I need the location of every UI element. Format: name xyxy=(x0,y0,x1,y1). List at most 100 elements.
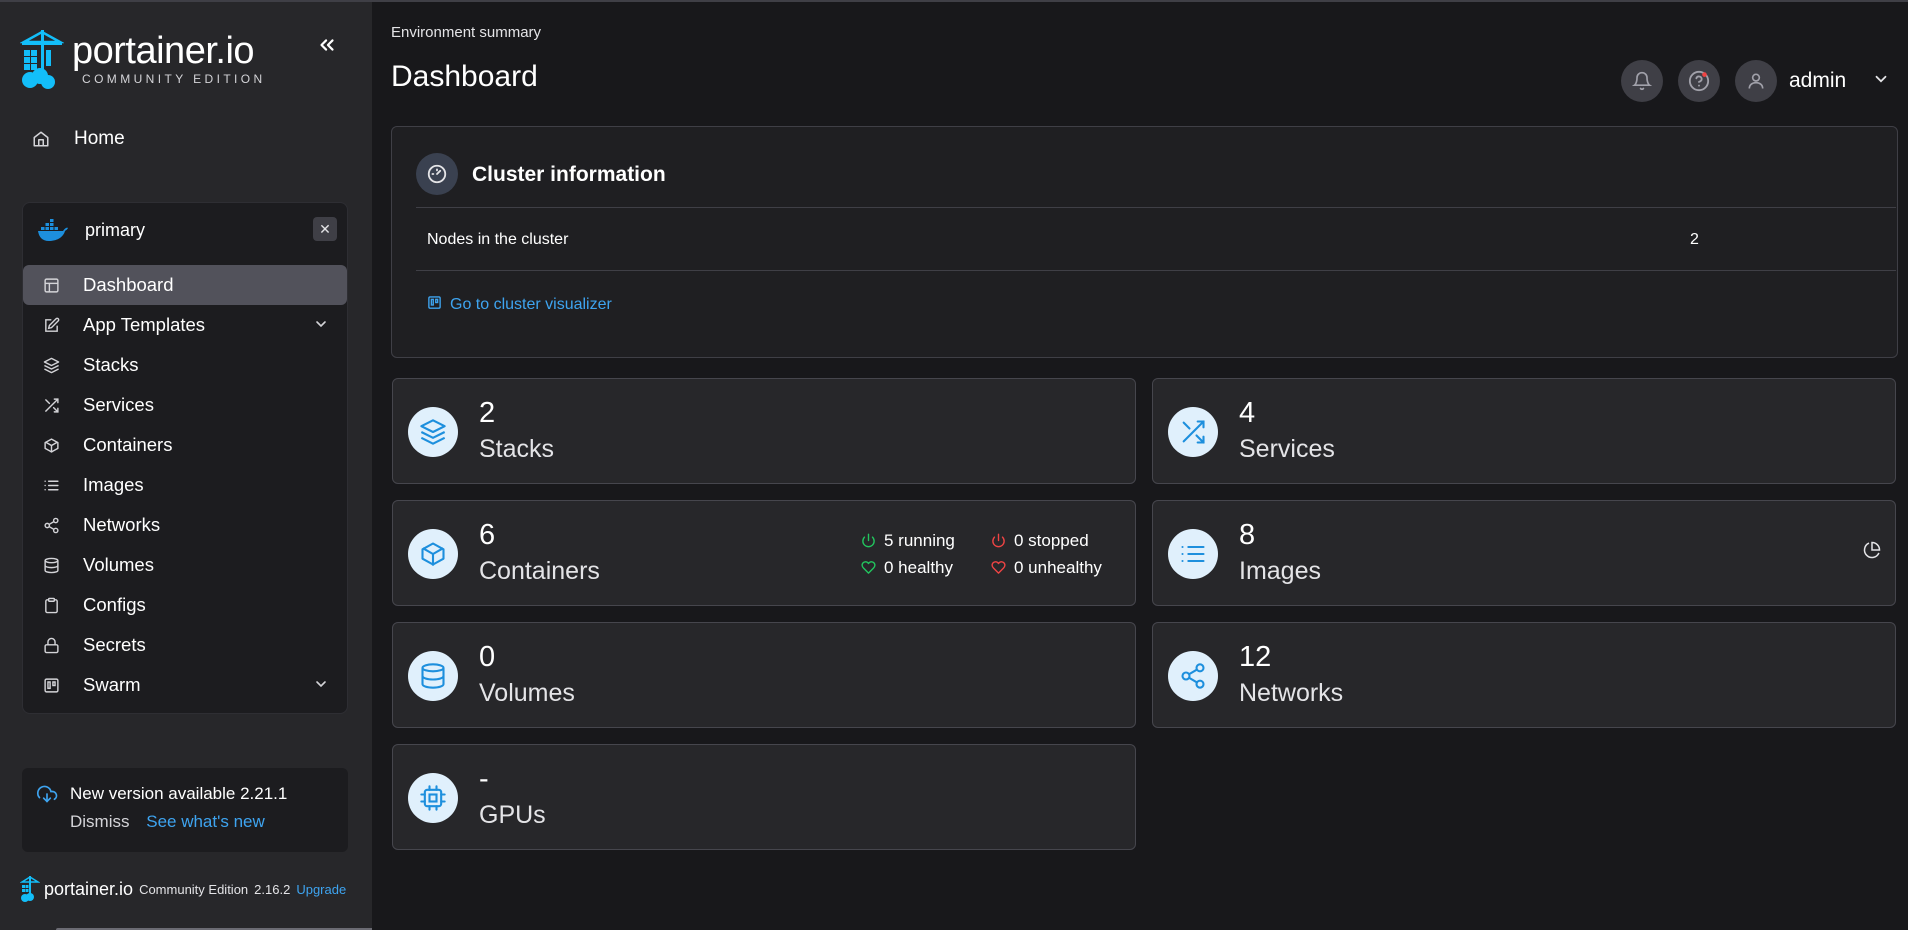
sidebar-footer: portainer.io Community Edition 2.16.2 Up… xyxy=(20,874,346,904)
healthy-stat: 0 healthy xyxy=(861,558,991,578)
sidebar-item-label: Stacks xyxy=(83,354,139,375)
networks-label: Networks xyxy=(1239,679,1344,707)
power-icon xyxy=(862,533,875,548)
heart-icon xyxy=(861,561,876,574)
images-card[interactable]: 8 Images xyxy=(1152,500,1896,606)
images-count: 8 xyxy=(1239,519,1256,551)
chevron-down-icon[interactable] xyxy=(313,315,329,337)
home-icon xyxy=(30,128,52,150)
footer-logo-text: portainer.io xyxy=(44,878,134,899)
sidebar-item-app-templates[interactable]: App Templates xyxy=(23,305,347,345)
services-label: Services xyxy=(1239,435,1335,463)
running-stat: 5 running xyxy=(861,531,991,551)
nodes-label: Nodes in the cluster xyxy=(427,231,569,248)
environment-panel: primary ✕ Dashboard App Templates Stacks… xyxy=(22,202,348,714)
see-whats-new-link[interactable]: See what's new xyxy=(146,812,265,831)
chevron-down-icon[interactable] xyxy=(313,675,329,697)
shuffle-icon xyxy=(1168,407,1218,457)
notifications-button[interactable] xyxy=(1621,60,1663,102)
services-count: 4 xyxy=(1239,397,1256,429)
sidebar-item-images[interactable]: Images xyxy=(23,465,347,505)
sidebar-item-volumes[interactable]: Volumes xyxy=(23,545,347,585)
shuffle-icon xyxy=(41,395,61,415)
logo-subtitle: COMMUNITY EDITION xyxy=(82,72,266,86)
containers-count: 6 xyxy=(479,519,496,551)
environment-nav: Dashboard App Templates Stacks Services … xyxy=(23,265,347,705)
networks-count: 12 xyxy=(1239,641,1272,673)
images-label: Images xyxy=(1239,557,1321,585)
portainer-logo[interactable]: portainer.io COMMUNITY EDITION xyxy=(20,28,280,92)
gpus-label: GPUs xyxy=(479,801,546,829)
cluster-visualizer-link[interactable]: Go to cluster visualizer xyxy=(427,295,612,315)
sidebar-item-networks[interactable]: Networks xyxy=(23,505,347,545)
sidebar-item-label: Networks xyxy=(83,514,161,535)
help-icon xyxy=(1688,70,1710,92)
unhealthy-stat: 0 unhealthy xyxy=(991,558,1121,578)
cluster-visualizer-label: Go to cluster visualizer xyxy=(450,296,612,313)
cluster-title: Cluster information xyxy=(472,163,666,186)
environment-header: primary xyxy=(37,215,337,245)
sidebar-item-services[interactable]: Services xyxy=(23,385,347,425)
swarm-icon xyxy=(427,295,442,315)
cluster-information-panel: Cluster information Nodes in the cluster… xyxy=(391,126,1898,358)
networks-card[interactable]: 12 Networks xyxy=(1152,622,1896,728)
page-title: Dashboard xyxy=(391,60,538,93)
box-icon xyxy=(408,529,458,579)
main-content: Environment summary Dashboard admin Clus… xyxy=(372,0,1908,930)
stacks-card[interactable]: 2 Stacks xyxy=(392,378,1136,484)
close-environment-button[interactable]: ✕ xyxy=(313,217,337,241)
divider xyxy=(416,270,1896,271)
stacks-label: Stacks xyxy=(479,435,555,463)
layers-icon xyxy=(41,355,61,375)
divider xyxy=(416,207,1896,208)
list-icon xyxy=(1168,529,1218,579)
volumes-count: 0 xyxy=(479,641,496,673)
sidebar-item-secrets[interactable]: Secrets xyxy=(23,625,347,665)
sidebar-item-label: App Templates xyxy=(83,314,206,335)
help-button[interactable] xyxy=(1678,60,1720,102)
portainer-logo-icon xyxy=(20,876,40,902)
bell-icon xyxy=(1632,71,1652,91)
edit-icon xyxy=(41,315,61,335)
containers-card[interactable]: 6 Containers 5 running 0 stopped 0 healt… xyxy=(392,500,1136,606)
sidebar-item-label: Home xyxy=(74,128,125,149)
database-icon xyxy=(41,555,61,575)
share-icon xyxy=(1168,651,1218,701)
update-actions: Dismiss See what's new xyxy=(70,812,265,832)
volumes-card[interactable]: 0 Volumes xyxy=(392,622,1136,728)
collapse-sidebar-button[interactable] xyxy=(310,30,344,60)
breadcrumb: Environment summary xyxy=(391,24,542,41)
running-label: 5 running xyxy=(884,530,955,550)
sidebar-item-configs[interactable]: Configs xyxy=(23,585,347,625)
sidebar-item-label: Swarm xyxy=(83,674,141,695)
dismiss-link[interactable]: Dismiss xyxy=(70,812,130,831)
sidebar-item-home[interactable]: Home xyxy=(30,122,340,156)
sidebar-item-swarm[interactable]: Swarm xyxy=(23,665,347,705)
sidebar-item-stacks[interactable]: Stacks xyxy=(23,345,347,385)
list-icon xyxy=(41,475,61,495)
stopped-stat: 0 stopped xyxy=(991,531,1121,551)
services-card[interactable]: 4 Services xyxy=(1152,378,1896,484)
lock-icon xyxy=(41,635,61,655)
container-stats: 5 running 0 stopped 0 healthy 0 unhealth… xyxy=(861,527,1121,581)
stacks-count: 2 xyxy=(479,397,496,429)
logo-text: portainer.io xyxy=(72,30,255,72)
containers-label: Containers xyxy=(479,557,600,585)
gauge-icon xyxy=(416,153,458,195)
footer-edition: Community Edition xyxy=(139,881,249,897)
update-title: New version available 2.21.1 xyxy=(70,784,288,803)
swarm-icon xyxy=(41,675,61,695)
user-menu[interactable]: admin xyxy=(1735,60,1890,102)
sidebar-item-containers[interactable]: Containers xyxy=(23,425,347,465)
environment-name: primary xyxy=(85,219,146,240)
cpu-icon xyxy=(408,773,458,823)
chevrons-left-icon xyxy=(320,39,334,51)
gpus-card[interactable]: - GPUs xyxy=(392,744,1136,850)
share-icon xyxy=(41,515,61,535)
healthy-label: 0 healthy xyxy=(884,557,953,577)
upgrade-link[interactable]: Upgrade xyxy=(296,882,346,897)
sidebar-item-dashboard[interactable]: Dashboard xyxy=(23,265,347,305)
sidebar-item-label: Secrets xyxy=(83,634,146,655)
sidebar-item-label: Containers xyxy=(83,434,173,455)
heart-icon xyxy=(991,561,1006,574)
